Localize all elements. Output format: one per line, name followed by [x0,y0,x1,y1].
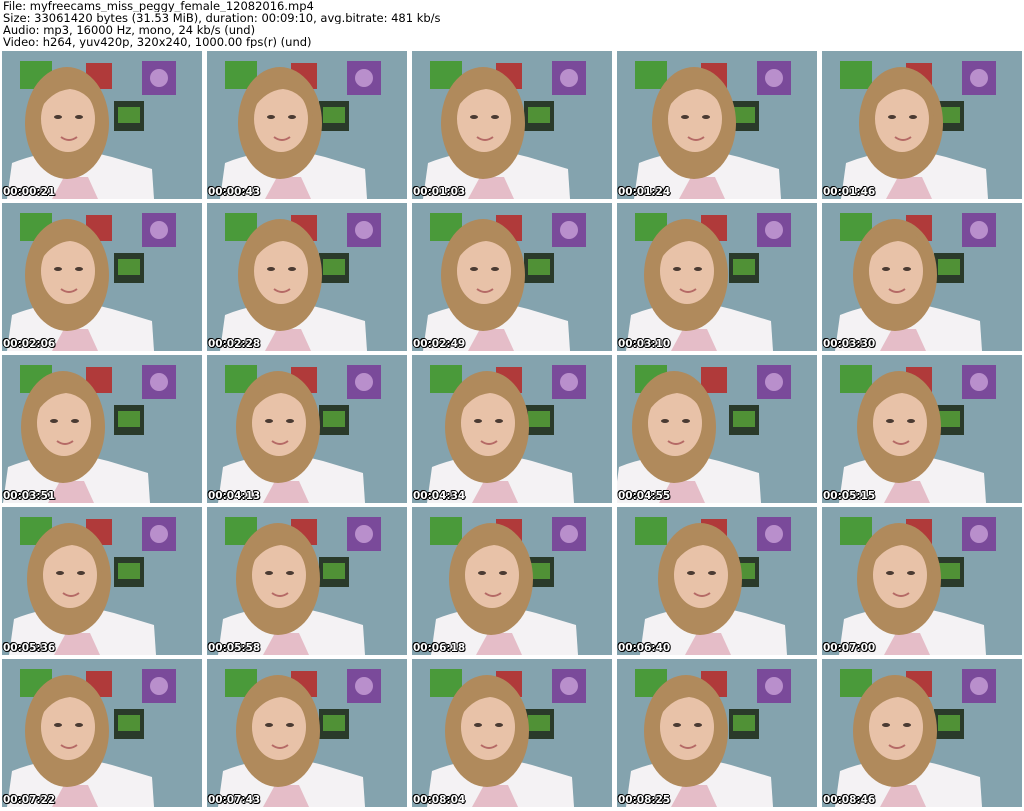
thumbnail-timestamp: 00:06:18 [413,642,466,654]
thumbnail-timestamp: 00:02:49 [413,338,466,350]
thumbnail: 00:07:00 [822,507,1022,655]
audio-info-line: Audio: mp3, 16000 Hz, mono, 24 kb/s (und… [3,24,256,36]
webcam-frame-image [617,507,817,655]
webcam-frame-image [207,659,407,807]
thumbnail-timestamp: 00:06:40 [618,642,671,654]
thumbnail: 00:03:30 [822,203,1022,351]
webcam-frame-image [822,659,1022,807]
thumbnail-timestamp: 00:04:55 [618,490,671,502]
webcam-frame-image [617,51,817,199]
thumbnail: 00:04:55 [617,355,817,503]
thumbnail: 00:06:40 [617,507,817,655]
thumbnail-timestamp: 00:08:25 [618,794,671,806]
thumbnail-timestamp: 00:08:46 [823,794,876,806]
thumbnail: 00:02:28 [207,203,407,351]
thumbnail: 00:03:51 [2,355,202,503]
thumbnail-timestamp: 00:03:30 [823,338,876,350]
webcam-frame-image [207,355,407,503]
thumbnail-timestamp: 00:00:21 [3,186,56,198]
webcam-frame-image [412,203,612,351]
thumbnail-timestamp: 00:07:43 [208,794,261,806]
thumbnail: 00:02:49 [412,203,612,351]
webcam-frame-image [617,355,817,503]
thumbnail: 00:05:58 [207,507,407,655]
webcam-frame-image [412,355,612,503]
webcam-frame-image [2,203,202,351]
thumbnail-timestamp: 00:01:24 [618,186,671,198]
webcam-frame-image [822,507,1022,655]
thumbnail-timestamp: 00:00:43 [208,186,261,198]
video-info-header: File: myfreecams_miss_peggy_female_12082… [3,0,1021,48]
thumbnail: 00:00:43 [207,51,407,199]
thumbnail: 00:08:25 [617,659,817,807]
thumbnail: 00:01:46 [822,51,1022,199]
thumbnail-timestamp: 00:02:06 [3,338,56,350]
webcam-frame-image [207,507,407,655]
thumbnail-timestamp: 00:04:13 [208,490,261,502]
poster-green [840,365,872,393]
poster-green [840,61,872,89]
webcam-frame-image [207,51,407,199]
webcam-frame-image [822,51,1022,199]
contact-sheet: File: myfreecams_miss_peggy_female_12082… [0,0,1024,811]
poster-green [635,517,667,545]
thumbnail-timestamp: 00:05:58 [208,642,261,654]
thumbnail-timestamp: 00:01:46 [823,186,876,198]
thumbnail-grid: 00:00:21 00:00:43 00:01:03 00:01:24 00:0… [2,51,1022,807]
thumbnail-timestamp: 00:08:04 [413,794,466,806]
webcam-frame-image [412,507,612,655]
webcam-frame-image [822,203,1022,351]
thumbnail-timestamp: 00:07:00 [823,642,876,654]
thumbnail-timestamp: 00:03:51 [3,490,56,502]
file-name-line: File: myfreecams_miss_peggy_female_12082… [3,0,314,12]
webcam-frame-image [412,51,612,199]
webcam-frame-image [412,659,612,807]
thumbnail: 00:04:13 [207,355,407,503]
thumbnail: 00:02:06 [2,203,202,351]
thumbnail-timestamp: 00:02:28 [208,338,261,350]
webcam-frame-image [2,659,202,807]
thumbnail-timestamp: 00:04:34 [413,490,466,502]
webcam-frame-image [207,203,407,351]
thumbnail: 00:05:36 [2,507,202,655]
thumbnail: 00:06:18 [412,507,612,655]
webcam-frame-image [2,51,202,199]
thumbnail-timestamp: 00:05:36 [3,642,56,654]
webcam-frame-image [2,507,202,655]
webcam-frame-image [617,659,817,807]
poster-green [840,517,872,545]
thumbnail: 00:01:03 [412,51,612,199]
poster-green [430,517,462,545]
webcam-frame-image [617,203,817,351]
thumbnail-timestamp: 00:07:22 [3,794,56,806]
thumbnail: 00:07:22 [2,659,202,807]
file-size-line: Size: 33061420 bytes (31.53 MiB), durati… [3,12,441,24]
thumbnail-timestamp: 00:01:03 [413,186,466,198]
thumbnail: 00:01:24 [617,51,817,199]
video-info-line: Video: h264, yuv420p, 320x240, 1000.00 f… [3,36,312,48]
thumbnail-timestamp: 00:05:15 [823,490,876,502]
thumbnail: 00:08:46 [822,659,1022,807]
thumbnail: 00:05:15 [822,355,1022,503]
thumbnail: 00:03:10 [617,203,817,351]
thumbnail: 00:07:43 [207,659,407,807]
thumbnail: 00:04:34 [412,355,612,503]
poster-green [635,61,667,89]
webcam-frame-image [822,355,1022,503]
thumbnail: 00:08:04 [412,659,612,807]
webcam-frame-image [2,355,202,503]
thumbnail-timestamp: 00:03:10 [618,338,671,350]
thumbnail: 00:00:21 [2,51,202,199]
